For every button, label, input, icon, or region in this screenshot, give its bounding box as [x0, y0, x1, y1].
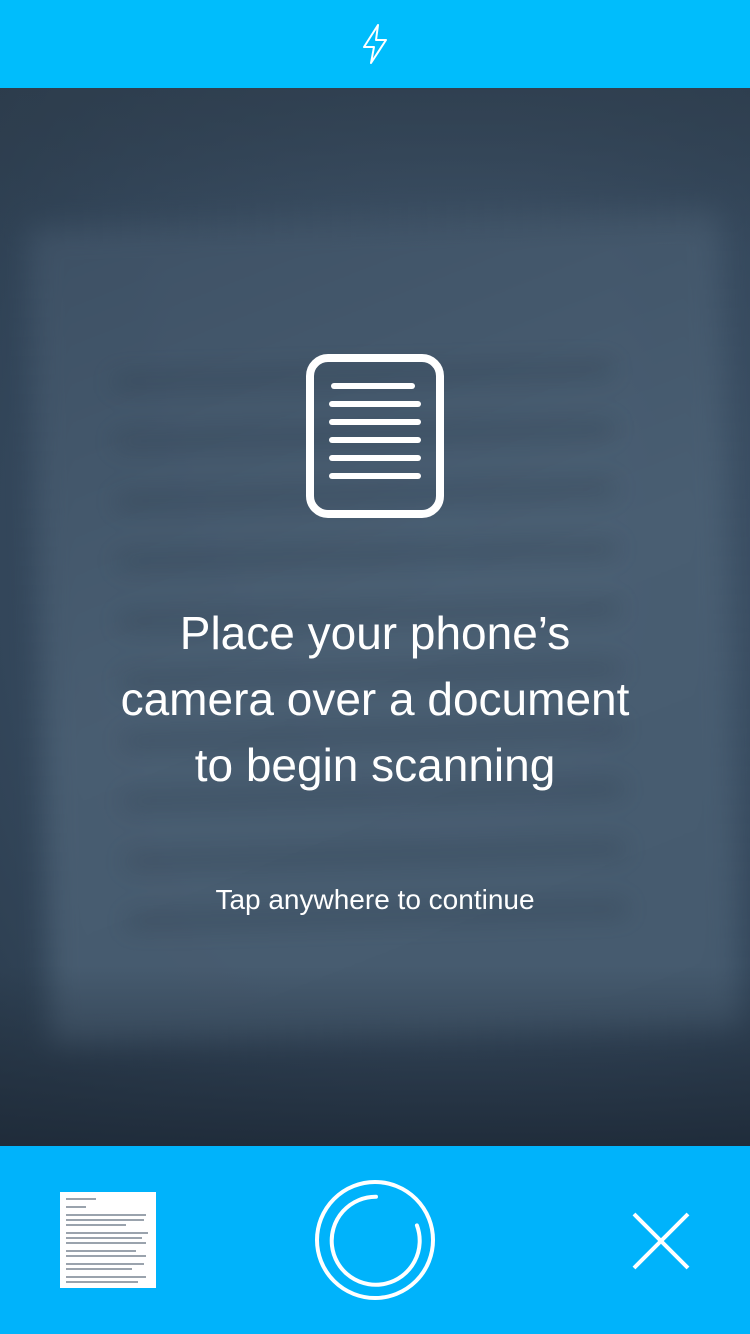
lightning-bolt-icon: [363, 24, 387, 64]
camera-viewfinder[interactable]: Place your phone’s camera over a documen…: [0, 88, 750, 1146]
bottom-toolbar: [0, 1146, 750, 1334]
document-icon: [306, 354, 444, 518]
flash-button[interactable]: [353, 22, 397, 66]
top-bar: [0, 0, 750, 88]
last-scan-thumbnail[interactable]: [60, 1192, 156, 1288]
close-icon[interactable]: [626, 1206, 696, 1276]
shutter-button[interactable]: [313, 1178, 437, 1302]
tap-to-continue-hint: Tap anywhere to continue: [215, 884, 535, 915]
onboarding-headline: Place your phone’s camera over a documen…: [120, 607, 630, 791]
